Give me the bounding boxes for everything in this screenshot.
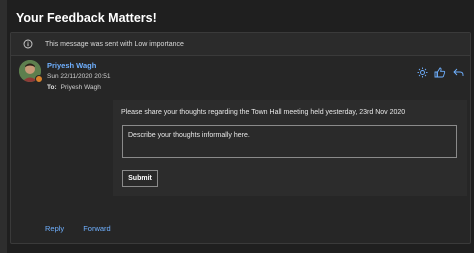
importance-text: This message was sent with Low importanc… xyxy=(45,40,184,48)
presence-badge xyxy=(35,75,43,83)
submit-button[interactable]: Submit xyxy=(122,170,158,187)
feedback-prompt: Please share your thoughts regarding the… xyxy=(121,109,406,116)
message-actions xyxy=(416,66,464,78)
adaptive-card: Please share your thoughts regarding the… xyxy=(113,100,467,196)
email-subject: Your Feedback Matters! xyxy=(16,11,157,25)
to-label: To: xyxy=(47,84,57,91)
forward-link[interactable]: Forward xyxy=(83,224,111,233)
feedback-textarea[interactable] xyxy=(122,125,457,158)
sun-icon[interactable] xyxy=(416,66,428,78)
email-card: This message was sent with Low importanc… xyxy=(10,32,471,244)
like-icon[interactable] xyxy=(434,66,446,78)
sender-name[interactable]: Priyesh Wagh xyxy=(47,61,96,70)
info-icon xyxy=(23,39,33,49)
left-pane-strip xyxy=(0,0,7,253)
reply-link[interactable]: Reply xyxy=(45,224,64,233)
importance-banner: This message was sent with Low importanc… xyxy=(11,33,470,56)
sent-datetime: Sun 22/11/2020 20:51 xyxy=(47,73,111,80)
footer-actions: Reply Forward xyxy=(45,224,111,233)
sender-avatar[interactable] xyxy=(19,60,43,83)
recipient-name[interactable]: Priyesh Wagh xyxy=(61,84,101,91)
reply-icon[interactable] xyxy=(452,66,464,78)
recipient-line: To: Priyesh Wagh xyxy=(47,84,101,91)
